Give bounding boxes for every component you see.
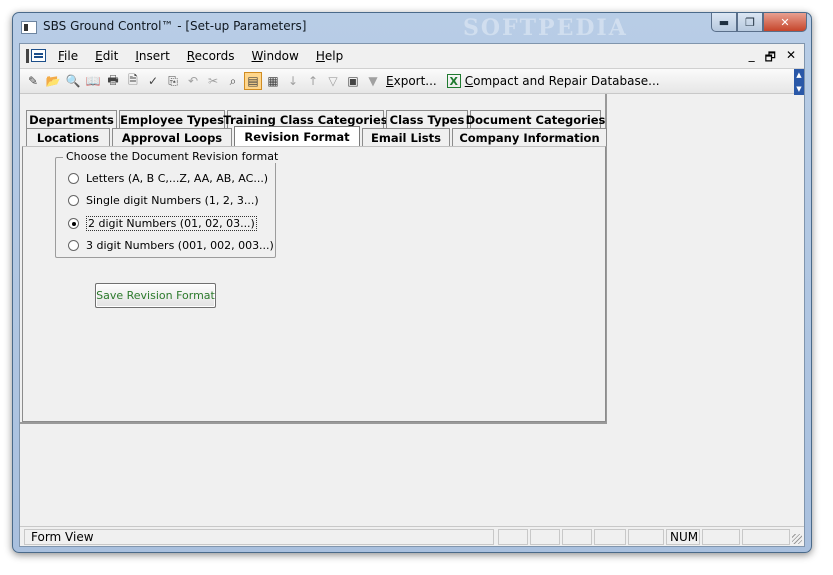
datasheet-view-icon[interactable]: ▦: [264, 72, 282, 90]
copy-icon[interactable]: ⎘: [164, 72, 182, 90]
child-window-controls: _ 🗗 ✕: [749, 48, 796, 69]
excel-icon[interactable]: X: [446, 74, 461, 88]
cut-icon[interactable]: ✂: [204, 72, 222, 90]
radio-label: Single digit Numbers (1, 2, 3...): [86, 194, 259, 207]
radio-label: Letters (A, B C,...Z, AA, AB, AC...): [86, 172, 269, 185]
filter-by-selection-icon[interactable]: ▽: [324, 72, 342, 90]
tab-employee-types[interactable]: Employee Types: [119, 110, 225, 128]
compact-repair-button[interactable]: Compact and Repair Database...: [465, 74, 660, 88]
menu-file[interactable]: File: [58, 49, 78, 63]
tab-row-2: Locations Approval Loops Revision Format…: [26, 126, 609, 146]
menu-edit[interactable]: Edit: [95, 49, 118, 63]
print-preview-icon[interactable]: 🔍: [64, 72, 82, 90]
undo-icon[interactable]: ↶: [184, 72, 202, 90]
spelling-icon[interactable]: ✓: [144, 72, 162, 90]
tab-class-types[interactable]: Class Types: [386, 110, 468, 128]
group-legend: Choose the Document Revision format: [63, 150, 282, 163]
child-close-button[interactable]: ✕: [786, 48, 796, 69]
revision-format-panel: Choose the Document Revision format Lett…: [22, 146, 606, 422]
radio-label: 2 digit Numbers (01, 02, 03...): [86, 216, 257, 231]
sort-ascending-icon[interactable]: ↓: [284, 72, 302, 90]
chevron-down-icon: ▼: [796, 85, 802, 93]
toolbar: ✎ 📂 🔍 📖 🖶 🗎 ✓ ⎘ ↶ ✂ ⌕ ▤ ▦ ↓ ↑ ▽ ▣ ▼ Export... X Compact a…: [20, 68, 804, 95]
minimize-button[interactable]: ▬: [711, 13, 737, 32]
app-window: SBS Ground Control™ - [Set-up Parameters…: [12, 12, 812, 553]
document-icon[interactable]: [26, 48, 48, 64]
resize-grip[interactable]: [792, 534, 802, 544]
radio-button[interactable]: [68, 195, 79, 206]
radio-label: 3 digit Numbers (001, 002, 003...): [86, 239, 274, 252]
status-cell: [562, 529, 592, 545]
status-cell: [702, 529, 740, 545]
child-restore-button[interactable]: 🗗: [765, 48, 776, 69]
radio-button[interactable]: [68, 173, 79, 184]
radio-button[interactable]: [68, 240, 79, 251]
close-button[interactable]: ✕: [763, 13, 807, 32]
setup-form: Departments Employee Types Training Clas…: [20, 94, 607, 424]
watermark: SOFTPEDIA: [463, 15, 628, 41]
radio-letters[interactable]: Letters (A, B C,...Z, AA, AB, AC...): [68, 172, 268, 185]
radio-two-digit[interactable]: 2 digit Numbers (01, 02, 03...): [68, 216, 257, 231]
menu-window[interactable]: Window: [252, 49, 299, 63]
status-cell: [530, 529, 560, 545]
revision-format-group: Choose the Document Revision format Lett…: [55, 150, 282, 258]
find-icon[interactable]: ⌕: [224, 72, 242, 90]
tab-email-lists[interactable]: Email Lists: [362, 128, 450, 146]
status-num: NUM: [666, 529, 700, 545]
title-bar[interactable]: SBS Ground Control™ - [Set-up Parameters…: [13, 13, 811, 43]
menu-insert[interactable]: Insert: [135, 49, 169, 63]
mdi-client: File Edit Insert Records Window Help _ 🗗…: [19, 43, 805, 547]
print-icon[interactable]: 🖶: [104, 72, 122, 90]
form-view-icon[interactable]: ▤: [244, 72, 262, 90]
app-icon[interactable]: [21, 21, 37, 34]
status-cell: [498, 529, 528, 545]
toolbar-icons: ✎ 📂 🔍 📖 🖶 🗎 ✓ ⎘ ↶ ✂ ⌕ ▤ ▦ ↓ ↑ ▽ ▣ ▼: [24, 72, 384, 90]
child-minimize-button[interactable]: _: [749, 48, 755, 69]
maximize-button[interactable]: ❐: [737, 13, 763, 32]
tab-approval-loops[interactable]: Approval Loops: [112, 128, 232, 146]
status-cell: [742, 529, 790, 545]
tab-revision-format[interactable]: Revision Format: [234, 126, 360, 146]
toolbar-overflow[interactable]: ▲ ▼: [794, 69, 804, 95]
filter-by-form-icon[interactable]: ▣: [344, 72, 362, 90]
tab-locations[interactable]: Locations: [26, 128, 110, 146]
tab-departments[interactable]: Departments: [26, 110, 117, 128]
status-view-mode: Form View: [24, 529, 494, 545]
window-controls: ▬ ❐ ✕: [711, 13, 807, 32]
export-button[interactable]: Export...: [386, 74, 437, 88]
status-cell: [628, 529, 664, 545]
status-cell: [594, 529, 626, 545]
radio-single-digit[interactable]: Single digit Numbers (1, 2, 3...): [68, 194, 259, 207]
apply-filter-icon[interactable]: ▼: [364, 72, 382, 90]
sort-descending-icon[interactable]: ↑: [304, 72, 322, 90]
tab-company-information[interactable]: Company Information: [452, 128, 607, 146]
open-folder-icon[interactable]: 📂: [44, 72, 62, 90]
design-view-icon[interactable]: ✎: [24, 72, 42, 90]
menu-records[interactable]: Records: [187, 49, 235, 63]
save-revision-format-button[interactable]: Save Revision Format: [95, 283, 216, 308]
book-icon[interactable]: 📖: [84, 72, 102, 90]
preview-icon[interactable]: 🗎: [124, 72, 142, 90]
tab-document-categories[interactable]: Document Categories: [466, 110, 605, 128]
window-title: SBS Ground Control™ - [Set-up Parameters…: [43, 19, 307, 33]
menu-bar: File Edit Insert Records Window Help _ 🗗…: [20, 44, 804, 68]
status-bar: Form View NUM: [20, 526, 804, 546]
menu-help[interactable]: Help: [316, 49, 343, 63]
chevron-up-icon: ▲: [796, 71, 802, 79]
radio-three-digit[interactable]: 3 digit Numbers (001, 002, 003...): [68, 239, 274, 252]
radio-button-selected[interactable]: [68, 218, 79, 229]
